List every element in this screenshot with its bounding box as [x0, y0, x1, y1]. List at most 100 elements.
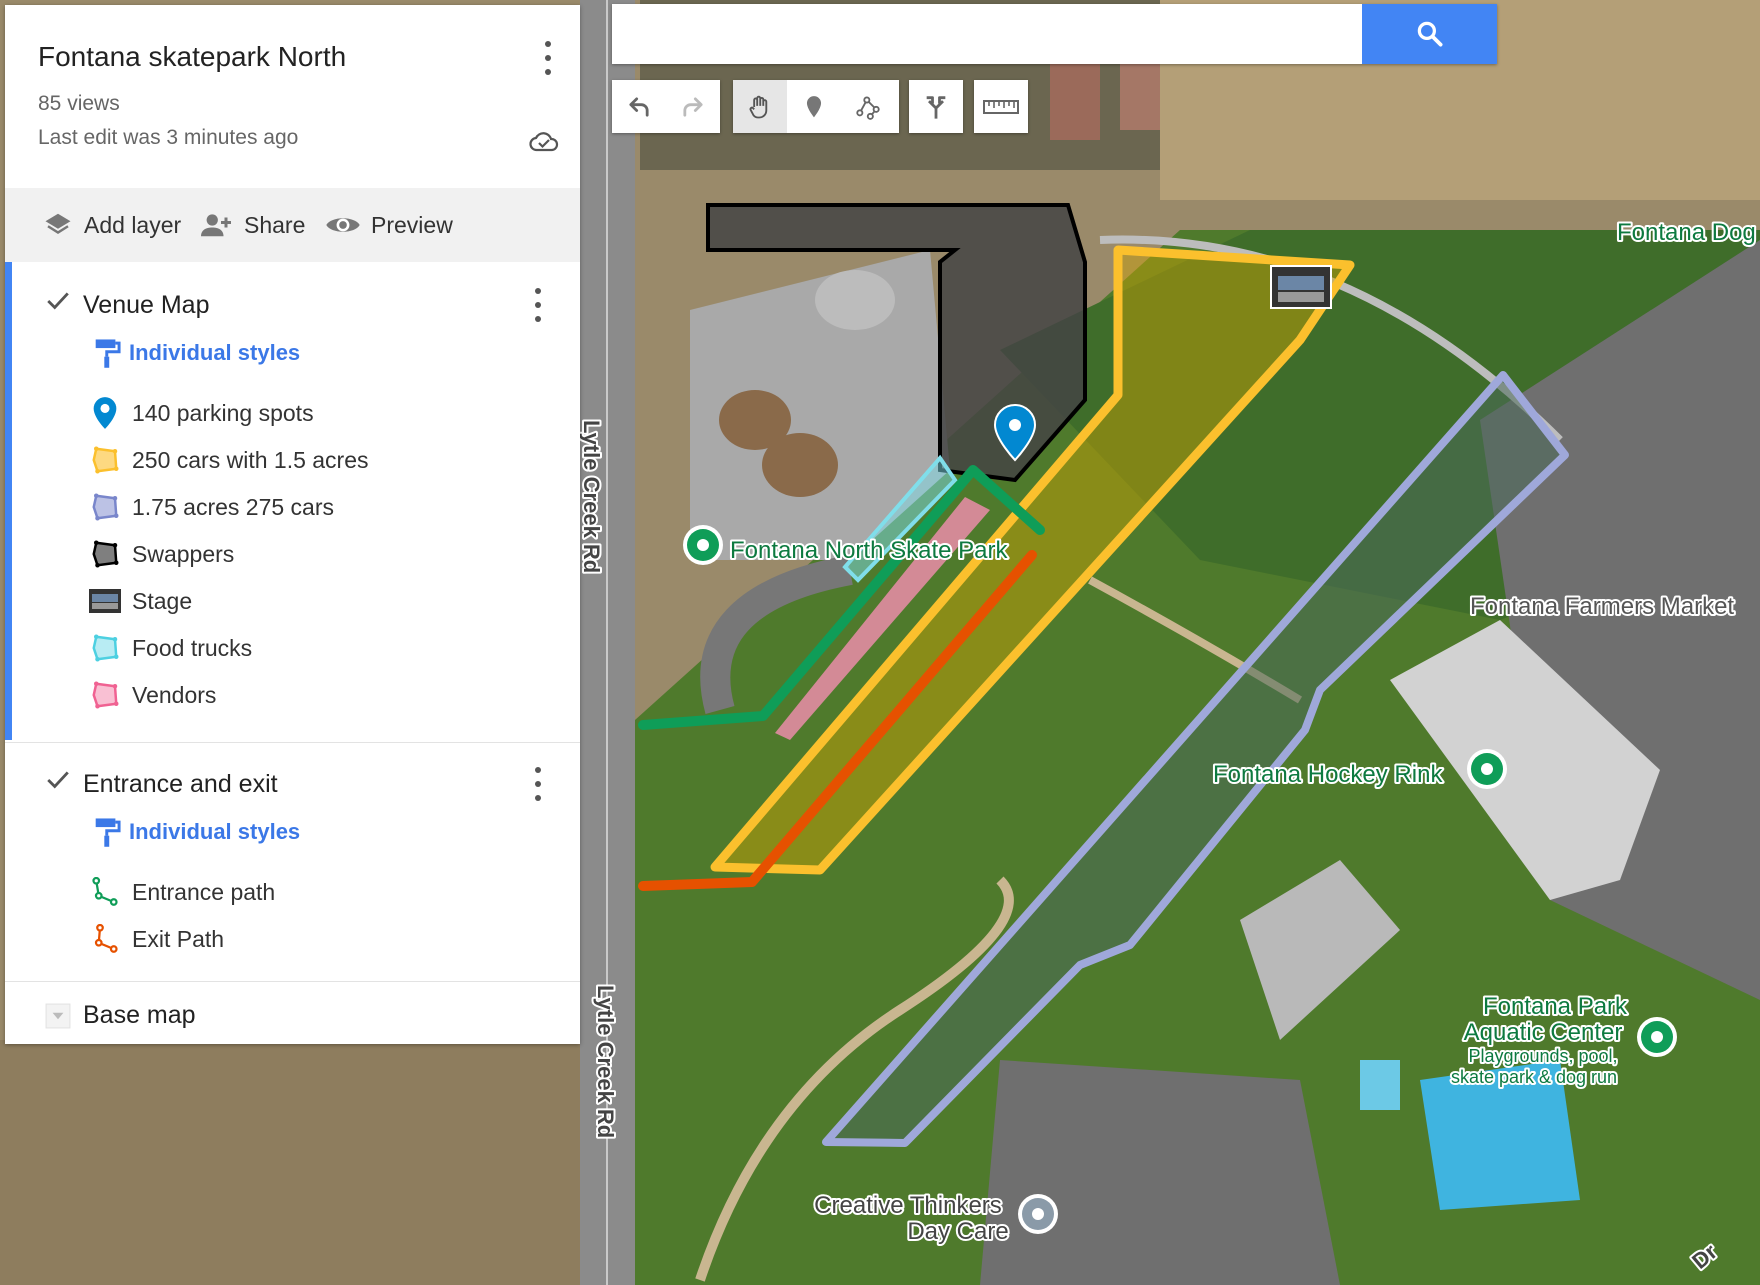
map-options-button[interactable]	[543, 41, 553, 75]
active-layer-indicator	[5, 262, 12, 740]
parking-lot-south	[980, 1060, 1340, 1285]
entrance-styles-button[interactable]: Individual styles	[93, 816, 300, 848]
venue-item-food-trucks[interactable]: Food trucks	[88, 631, 252, 665]
search-icon	[1417, 21, 1442, 47]
layer-title-entrance-exit[interactable]: Entrance and exit	[83, 770, 278, 799]
hockey-rink-place-pin[interactable]	[1467, 749, 1507, 789]
venue-item-parking[interactable]: 140 parking spots	[88, 396, 314, 430]
undo-redo-group	[612, 80, 720, 133]
undo-button[interactable]	[612, 80, 666, 133]
expand-triangle-icon	[45, 1003, 71, 1028]
draw-line-icon	[856, 95, 880, 120]
last-edit-status: Last edit was 3 minutes ago	[38, 126, 299, 149]
purple-polygon-icon	[92, 493, 119, 521]
draw-line-tool[interactable]	[841, 80, 895, 133]
map-label-daycare-2: Day Care	[907, 1218, 1008, 1245]
skate-bowl	[762, 433, 838, 497]
view-count: 85 views	[38, 92, 120, 115]
map-label-farmers-market: Fontana Farmers Market	[1470, 593, 1734, 620]
base-map-toggle[interactable]: Base map	[45, 1001, 196, 1030]
dirt-area	[0, 1040, 580, 1285]
add-person-icon	[201, 214, 231, 237]
entrance-layer-options-button[interactable]	[533, 767, 543, 801]
venue-styles-label: Individual styles	[129, 340, 301, 365]
stage-photo-marker[interactable]	[1270, 265, 1332, 309]
skate-bowl	[815, 270, 895, 330]
layer-divider	[5, 981, 580, 982]
redo-button[interactable]	[666, 80, 720, 133]
preview-button[interactable]: Preview	[325, 208, 453, 242]
blue-pin-icon	[93, 397, 117, 429]
exit-item-path[interactable]: Exit Path	[88, 922, 224, 956]
map-label-aquatic-1: Fontana Park	[1483, 993, 1628, 1020]
add-marker-tool[interactable]	[787, 80, 841, 133]
entrance-item-path[interactable]: Entrance path	[88, 875, 275, 909]
add-layer-button[interactable]: Add layer	[42, 208, 181, 242]
map-label-aquatic-sub-2: skate park & dog run	[1451, 1067, 1617, 1087]
more-vert-icon	[545, 41, 551, 47]
marker-icon	[806, 95, 822, 117]
pan-hand-tool[interactable]	[733, 80, 787, 133]
directions-icon	[926, 95, 946, 119]
undo-icon	[629, 96, 649, 117]
venue-item-purple-lot[interactable]: 1.75 acres 275 cars	[88, 490, 334, 524]
paint-roller-icon	[95, 818, 121, 847]
venue-item-vendors[interactable]: Vendors	[88, 678, 216, 712]
green-line-icon	[92, 877, 118, 906]
layer-title-venue-map[interactable]: Venue Map	[83, 291, 210, 320]
venue-item-label: Food trucks	[132, 634, 253, 661]
search-button[interactable]	[1362, 4, 1497, 64]
panel-actions-bar: Add layer Share Preview	[5, 188, 580, 262]
add-directions-tool[interactable]	[909, 80, 963, 133]
base-map-label: Base map	[83, 1001, 196, 1029]
stage-photo-icon	[89, 589, 121, 613]
venue-item-label: 250 cars with 1.5 acres	[132, 446, 369, 473]
map-label-daycare-1: Creative Thinkers	[814, 1192, 1002, 1219]
preview-label: Preview	[371, 211, 453, 238]
venue-item-label: Vendors	[132, 681, 217, 708]
map-label-aquatic-sub-1: Playgrounds, pool,	[1468, 1046, 1617, 1066]
measure-distance-tool[interactable]	[974, 80, 1028, 133]
more-vert-icon	[535, 767, 541, 773]
cyan-polygon-icon	[92, 634, 119, 662]
venue-item-label: 140 parking spots	[132, 399, 314, 426]
map-label-skate-park: Fontana North Skate Park	[730, 537, 1008, 564]
map-title[interactable]: Fontana skatepark North	[38, 41, 346, 73]
search-bar	[612, 4, 1497, 64]
hand-icon	[749, 95, 768, 118]
small-pool	[1360, 1060, 1400, 1110]
search-input[interactable]	[612, 4, 1352, 64]
skate-park-place-pin[interactable]	[683, 525, 723, 565]
venue-item-label: Swappers	[132, 540, 235, 567]
venue-layer-options-button[interactable]	[533, 288, 543, 322]
daycare-place-pin[interactable]	[1018, 1194, 1058, 1234]
venue-styles-button[interactable]: Individual styles	[93, 337, 300, 369]
share-button[interactable]: Share	[198, 208, 305, 242]
aquatic-center-place-pin[interactable]	[1637, 1017, 1677, 1057]
venue-item-label: 1.75 acres 275 cars	[132, 493, 335, 520]
add-layer-label: Add layer	[84, 211, 182, 238]
paint-roller-icon	[95, 339, 121, 368]
yellow-polygon-icon	[92, 446, 119, 474]
black-polygon-icon	[92, 540, 119, 568]
redo-icon	[683, 96, 703, 117]
layer-divider	[5, 742, 580, 743]
ruler-icon	[983, 99, 1019, 114]
venue-item-swappers[interactable]: Swappers	[88, 537, 234, 571]
layers-icon	[45, 213, 71, 234]
directions-group	[909, 80, 963, 133]
road-label-1: Lytle Creek Rd	[579, 420, 604, 573]
entrance-layer-checkbox[interactable]	[45, 767, 71, 793]
orange-line-icon	[94, 924, 118, 953]
map-label-hockey-rink: Fontana Hockey Rink	[1213, 761, 1443, 788]
eye-icon	[326, 218, 360, 232]
entrance-styles-label: Individual styles	[129, 819, 301, 844]
map-label-dog-park: Fontana Dog	[1617, 219, 1756, 246]
entrance-item-label: Entrance path	[132, 878, 276, 905]
map-details-panel: Fontana skatepark North 85 views Last ed…	[5, 5, 580, 1044]
more-vert-icon	[535, 288, 541, 294]
share-label: Share	[244, 211, 306, 238]
venue-item-yellow-lot[interactable]: 250 cars with 1.5 acres	[88, 443, 369, 477]
venue-layer-checkbox[interactable]	[45, 288, 71, 314]
venue-item-stage[interactable]: Stage	[88, 584, 192, 618]
